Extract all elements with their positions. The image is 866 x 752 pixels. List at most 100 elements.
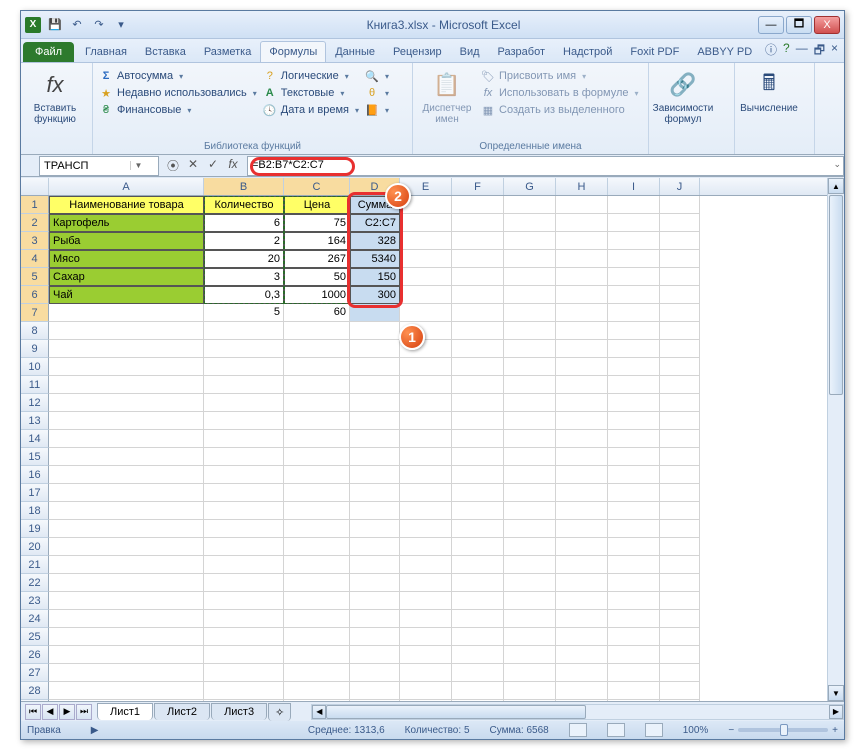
row-header-7[interactable]: 7	[21, 304, 49, 322]
cell-G18[interactable]	[504, 502, 556, 520]
cell-I7[interactable]	[608, 304, 660, 322]
cell-B7[interactable]: 5	[204, 304, 284, 322]
ribbon-tab-foxit pdf[interactable]: Foxit PDF	[621, 41, 688, 62]
cell-I12[interactable]	[608, 394, 660, 412]
cell-D18[interactable]	[350, 502, 400, 520]
cell-D15[interactable]	[350, 448, 400, 466]
cell-J20[interactable]	[660, 538, 700, 556]
cell-G16[interactable]	[504, 466, 556, 484]
cell-C17[interactable]	[284, 484, 350, 502]
minimize-button[interactable]: —	[758, 16, 784, 34]
cell-J5[interactable]	[660, 268, 700, 286]
cell-I25[interactable]	[608, 628, 660, 646]
row-header-21[interactable]: 21	[21, 556, 49, 574]
cell-J16[interactable]	[660, 466, 700, 484]
cell-G17[interactable]	[504, 484, 556, 502]
row-header-23[interactable]: 23	[21, 592, 49, 610]
cell-H14[interactable]	[556, 430, 608, 448]
cell-I26[interactable]	[608, 646, 660, 664]
cell-J3[interactable]	[660, 232, 700, 250]
ribbon-tab-abbyy pd[interactable]: ABBYY PD	[688, 41, 761, 62]
cell-F16[interactable]	[452, 466, 504, 484]
row-header-22[interactable]: 22	[21, 574, 49, 592]
close-button[interactable]: X	[814, 16, 840, 34]
row-header-15[interactable]: 15	[21, 448, 49, 466]
cell-B6[interactable]: 0,3	[204, 286, 284, 304]
qat-dropdown[interactable]: ▾	[113, 17, 129, 33]
row-header-16[interactable]: 16	[21, 466, 49, 484]
cell-D17[interactable]	[350, 484, 400, 502]
help-icon[interactable]: ⓘ	[765, 41, 777, 62]
cell-A6[interactable]: Чай	[49, 286, 204, 304]
cell-E6[interactable]	[400, 286, 452, 304]
cell-H10[interactable]	[556, 358, 608, 376]
zoom-slider[interactable]	[738, 728, 828, 732]
cell-F23[interactable]	[452, 592, 504, 610]
cell-C6[interactable]: 1000	[284, 286, 350, 304]
cell-C16[interactable]	[284, 466, 350, 484]
enter-formula-button[interactable]: ✓	[205, 157, 221, 174]
row-header-24[interactable]: 24	[21, 610, 49, 628]
cell-J10[interactable]	[660, 358, 700, 376]
cell-E18[interactable]	[400, 502, 452, 520]
cell-J14[interactable]	[660, 430, 700, 448]
row-header-2[interactable]: 2	[21, 214, 49, 232]
cell-B25[interactable]	[204, 628, 284, 646]
cell-G27[interactable]	[504, 664, 556, 682]
cell-H26[interactable]	[556, 646, 608, 664]
cell-C18[interactable]	[284, 502, 350, 520]
datetime-button[interactable]: 🕓Дата и время▾	[263, 103, 359, 117]
cell-F14[interactable]	[452, 430, 504, 448]
cell-B4[interactable]: 20	[204, 250, 284, 268]
cell-E19[interactable]	[400, 520, 452, 538]
row-header-6[interactable]: 6	[21, 286, 49, 304]
cell-F3[interactable]	[452, 232, 504, 250]
cell-H21[interactable]	[556, 556, 608, 574]
cell-F27[interactable]	[452, 664, 504, 682]
cell-H7[interactable]	[556, 304, 608, 322]
cell-F19[interactable]	[452, 520, 504, 538]
cell-F17[interactable]	[452, 484, 504, 502]
cell-I27[interactable]	[608, 664, 660, 682]
sheet-tab-3[interactable]: Лист3	[211, 703, 267, 720]
cell-J8[interactable]	[660, 322, 700, 340]
cell-J1[interactable]	[660, 196, 700, 214]
cell-C9[interactable]	[284, 340, 350, 358]
cell-A19[interactable]	[49, 520, 204, 538]
sheet-tab-1[interactable]: Лист1	[97, 703, 153, 720]
cell-C3[interactable]: 164	[284, 232, 350, 250]
cell-E11[interactable]	[400, 376, 452, 394]
hscroll-right[interactable]: ▶	[829, 705, 843, 719]
doc-minimize-icon[interactable]: —	[796, 41, 808, 62]
cell-I6[interactable]	[608, 286, 660, 304]
cell-G11[interactable]	[504, 376, 556, 394]
name-box-dropdown[interactable]: ▼	[130, 161, 146, 170]
cell-G23[interactable]	[504, 592, 556, 610]
cell-F5[interactable]	[452, 268, 504, 286]
cell-G3[interactable]	[504, 232, 556, 250]
cell-F12[interactable]	[452, 394, 504, 412]
cell-I20[interactable]	[608, 538, 660, 556]
cell-E17[interactable]	[400, 484, 452, 502]
view-layout-button[interactable]	[607, 723, 625, 737]
cell-G10[interactable]	[504, 358, 556, 376]
cell-B9[interactable]	[204, 340, 284, 358]
cell-F10[interactable]	[452, 358, 504, 376]
cell-H19[interactable]	[556, 520, 608, 538]
cell-I28[interactable]	[608, 682, 660, 700]
cell-G22[interactable]	[504, 574, 556, 592]
cell-B18[interactable]	[204, 502, 284, 520]
cell-H28[interactable]	[556, 682, 608, 700]
name-box[interactable]: ▼	[39, 156, 159, 176]
cell-C26[interactable]	[284, 646, 350, 664]
cell-D28[interactable]	[350, 682, 400, 700]
sheet-tab-2[interactable]: Лист2	[154, 703, 210, 720]
cell-H11[interactable]	[556, 376, 608, 394]
cell-D26[interactable]	[350, 646, 400, 664]
cell-A14[interactable]	[49, 430, 204, 448]
cell-G28[interactable]	[504, 682, 556, 700]
cell-C13[interactable]	[284, 412, 350, 430]
zoom-out-button[interactable]: −	[728, 725, 734, 736]
cell-J11[interactable]	[660, 376, 700, 394]
row-header-11[interactable]: 11	[21, 376, 49, 394]
